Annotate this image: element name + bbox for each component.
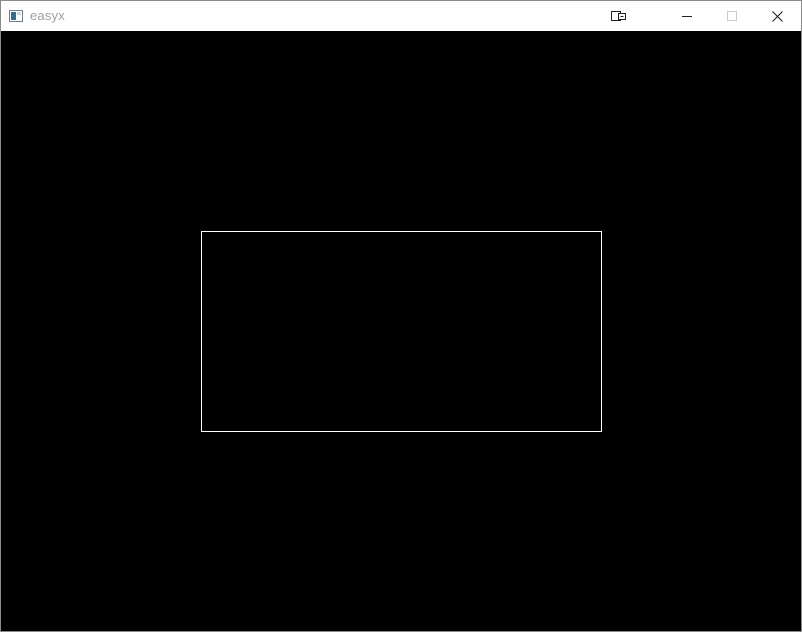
pin-button[interactable] (596, 1, 642, 31)
close-icon (771, 10, 783, 22)
maximize-icon (727, 11, 737, 21)
drawing-canvas[interactable] (1, 31, 801, 631)
app-icon (9, 9, 23, 22)
title-bar[interactable]: easyx (1, 1, 801, 31)
maximize-button[interactable] (709, 1, 755, 31)
close-button[interactable] (754, 1, 800, 31)
drawn-rectangle (201, 231, 602, 432)
minimize-icon (682, 11, 692, 21)
pin-icon (611, 10, 627, 22)
window-title: easyx (30, 8, 65, 23)
minimize-button[interactable] (664, 1, 710, 31)
app-window: easyx (0, 0, 802, 632)
